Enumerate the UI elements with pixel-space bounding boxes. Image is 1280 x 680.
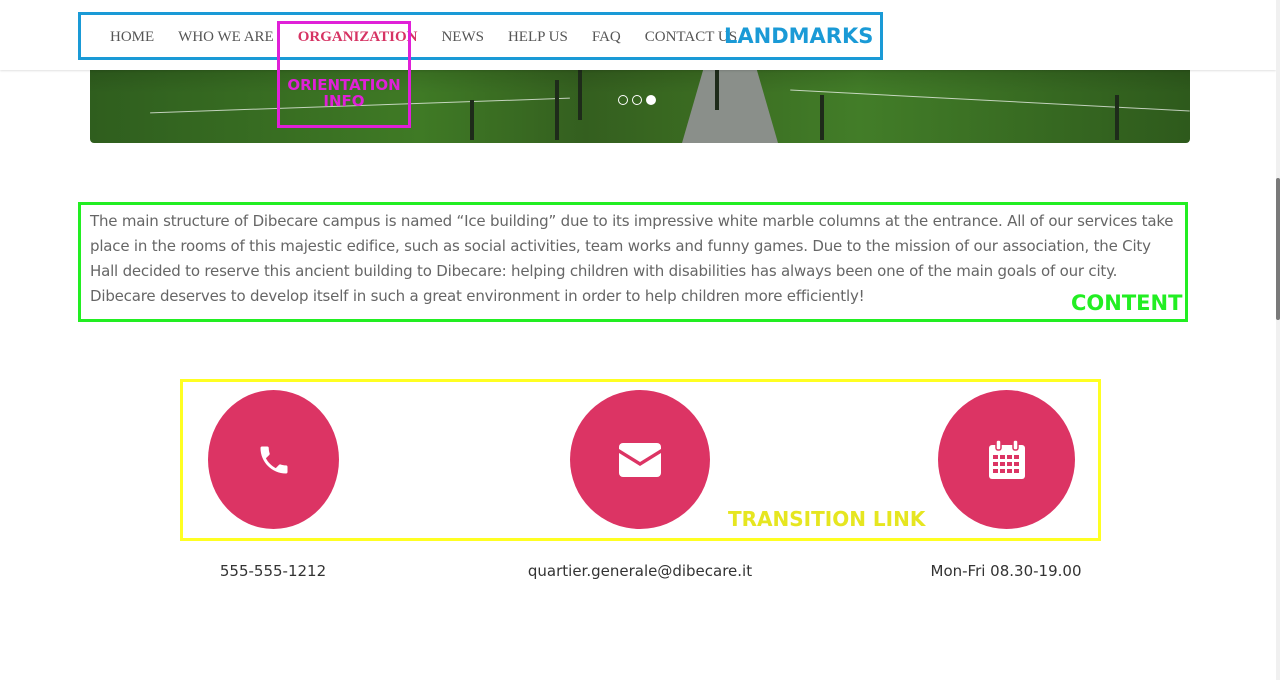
orientation-label-line1: ORIENTATION — [287, 76, 401, 94]
slider-dot-3[interactable] — [646, 95, 656, 105]
hero-post — [470, 100, 474, 140]
content-annotation-label: CONTENT — [1071, 291, 1183, 315]
orientation-label-line2: INFO — [323, 92, 365, 110]
scrollbar-thumb[interactable] — [1276, 178, 1280, 320]
page-scrollbar[interactable] — [1276, 0, 1280, 680]
slider-dot-1[interactable] — [618, 95, 628, 105]
hero-post — [555, 80, 559, 140]
hero-post — [578, 70, 582, 120]
content-annotation-box — [78, 202, 1188, 322]
phone-number: 555-555-1212 — [219, 562, 327, 580]
hero-post — [820, 95, 824, 140]
opening-hours: Mon-Fri 08.30-19.00 — [930, 562, 1082, 580]
orientation-annotation-label: ORIENTATION INFO — [277, 77, 411, 109]
transition-annotation-box — [180, 379, 1101, 541]
slider-dot-2[interactable] — [632, 95, 642, 105]
hero-rope — [790, 89, 1190, 112]
email-address[interactable]: quartier.generale@dibecare.it — [528, 562, 752, 580]
hero-post — [715, 70, 719, 110]
transition-annotation-label: TRANSITION LINK — [728, 507, 926, 531]
orientation-annotation-box — [277, 21, 411, 128]
landmarks-annotation-label: LANDMARKS — [724, 24, 874, 48]
slider-dots — [618, 95, 656, 105]
hero-path — [682, 60, 778, 143]
hero-post — [1115, 95, 1119, 140]
